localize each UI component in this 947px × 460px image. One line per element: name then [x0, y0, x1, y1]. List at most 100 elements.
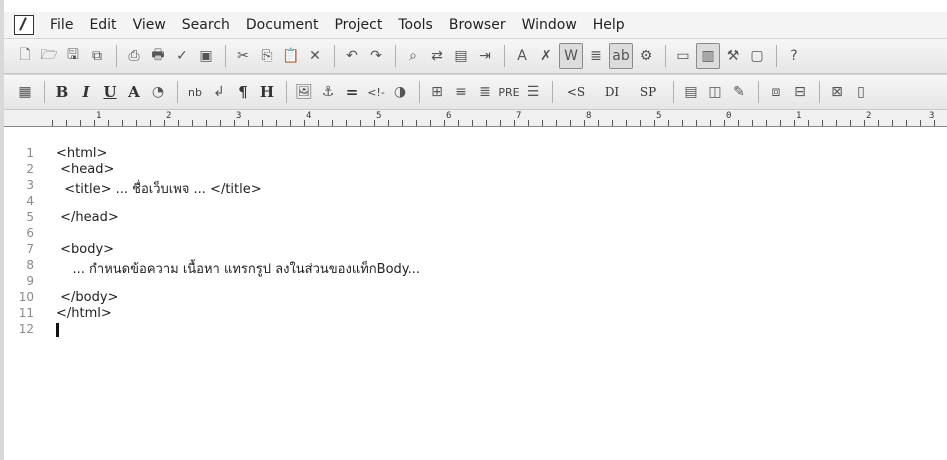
menu-window[interactable]: Window: [514, 17, 585, 33]
ruler-number: 2: [166, 111, 172, 121]
document-panel-icon[interactable]: ▥: [696, 43, 720, 69]
code-line[interactable]: <head>: [56, 162, 114, 177]
nbsp-button[interactable]: nb: [184, 80, 206, 104]
italic-button[interactable]: I: [75, 80, 97, 104]
toolbar-separator: [334, 45, 335, 67]
frameset-icon[interactable]: ⊟: [789, 80, 811, 104]
redo-icon[interactable]: ↷: [365, 44, 387, 68]
form-icon[interactable]: ▤: [680, 80, 702, 104]
goto-line-icon[interactable]: ⇥: [474, 44, 496, 68]
anchor-icon[interactable]: ⚓: [317, 80, 339, 104]
spellcheck-icon[interactable]: ✓: [171, 44, 193, 68]
toolbar-separator: [177, 81, 178, 103]
save-icon[interactable]: 🖫: [62, 44, 84, 68]
code-line[interactable]: </head>: [56, 210, 119, 225]
menu-edit[interactable]: Edit: [81, 17, 124, 33]
clear-format-icon[interactable]: ✗: [535, 44, 557, 68]
align-right-icon[interactable]: ≣: [474, 80, 496, 104]
line-number: 8: [26, 258, 34, 272]
toolbar-separator: [286, 81, 287, 103]
align-center-icon[interactable]: ≡: [450, 80, 472, 104]
find-in-files-icon[interactable]: ▤: [450, 44, 472, 68]
frame-icon[interactable]: ⧈: [765, 80, 787, 104]
print-icon[interactable]: 🖶: [147, 44, 169, 68]
color-picker-icon[interactable]: ◔: [147, 80, 169, 104]
toolbar-separator: [225, 45, 226, 67]
code-line[interactable]: </html>: [56, 306, 112, 321]
quick-start-icon[interactable]: ▦: [14, 80, 36, 104]
tools-icon[interactable]: ⚒: [722, 44, 744, 68]
line-number: 7: [26, 242, 34, 256]
toolbar-separator: [44, 81, 45, 103]
comment-button[interactable]: <!-: [365, 80, 387, 104]
table-icon[interactable]: ⊞: [426, 80, 448, 104]
color-icon[interactable]: ◑: [389, 80, 411, 104]
menu-bar: File Edit View Search Document Project T…: [4, 12, 947, 38]
object-icon[interactable]: ⊠: [826, 80, 848, 104]
settings-icon[interactable]: ⚙: [635, 44, 657, 68]
underline-button[interactable]: U: [99, 80, 121, 104]
spell-as-you-type-icon[interactable]: ab: [609, 43, 633, 69]
open-folder-icon[interactable]: 🗁: [38, 44, 60, 68]
bold-button[interactable]: B: [51, 80, 73, 104]
strike-button[interactable]: <S: [559, 80, 593, 104]
horizontal-rule-button[interactable]: =: [341, 80, 363, 104]
line-numbers-icon[interactable]: ≣: [585, 44, 607, 68]
font-button[interactable]: A: [123, 80, 145, 104]
list-icon[interactable]: ☰: [522, 80, 544, 104]
menu-tools[interactable]: Tools: [390, 17, 441, 33]
menu-view[interactable]: View: [125, 17, 174, 33]
font-size-icon[interactable]: A: [511, 44, 533, 68]
window-list-icon[interactable]: ▭: [672, 44, 694, 68]
menu-project[interactable]: Project: [326, 17, 390, 33]
ruler-number: 6: [446, 111, 452, 121]
script-icon[interactable]: ✎: [728, 80, 750, 104]
menu-help[interactable]: Help: [585, 17, 633, 33]
ruler-number: 4: [306, 111, 312, 121]
html-toolbar: ▦ B I U A ◔ nb ↲ ¶ H 🖼 ⚓ = <!- ◑ ⊞ ≡ ≣ P…: [4, 74, 947, 110]
menu-file[interactable]: File: [42, 17, 81, 33]
code-line[interactable]: <body>: [56, 242, 114, 257]
delete-icon[interactable]: ✕: [304, 44, 326, 68]
heading-button[interactable]: H: [256, 80, 278, 104]
paragraph-button[interactable]: ¶: [232, 80, 254, 104]
menu-browser[interactable]: Browser: [441, 17, 514, 33]
ruler-number: 3: [929, 111, 935, 121]
new-file-icon[interactable]: 🗋: [14, 44, 36, 68]
menu-search[interactable]: Search: [174, 17, 238, 33]
menu-document[interactable]: Document: [238, 17, 327, 33]
word-wrap-icon[interactable]: W: [559, 43, 583, 69]
insert-image-icon[interactable]: 🖼: [293, 80, 315, 104]
toolbar-separator: [395, 45, 396, 67]
output-panel-icon[interactable]: ▢: [746, 44, 768, 68]
code-editor[interactable]: 1 2 3 4 5 6 7 8 9 10 11 12 <html> <head>…: [4, 127, 947, 460]
code-line[interactable]: </body>: [56, 290, 118, 305]
save-all-icon[interactable]: ⧉: [86, 44, 108, 68]
help-icon[interactable]: ?: [783, 44, 805, 68]
copy-icon[interactable]: ⎘: [256, 44, 278, 68]
cut-icon[interactable]: ✂: [232, 44, 254, 68]
pre-button[interactable]: PRE: [498, 80, 520, 104]
ruler: 1 2 3 4 5 6 7 8 5 0 1 2 3: [4, 110, 947, 127]
line-number: 2: [26, 162, 34, 176]
span-button[interactable]: SP: [631, 80, 665, 104]
input-icon[interactable]: ◫: [704, 80, 726, 104]
ruler-number: 5: [656, 111, 662, 121]
undo-icon[interactable]: ↶: [341, 44, 363, 68]
line-number: 11: [18, 306, 34, 320]
print-preview-icon[interactable]: ⎙: [123, 44, 145, 68]
panel-icon[interactable]: ▯: [850, 80, 872, 104]
ruler-number: 5: [376, 111, 382, 121]
code-line[interactable]: <title> ... ชื่อเว็บเพจ ... </title>: [56, 178, 261, 199]
code-line[interactable]: ... กำหนดข้อความ เนื้อหา แทรกรูป ลงในส่ว…: [56, 258, 421, 279]
browser-preview-icon[interactable]: ▣: [195, 44, 217, 68]
break-button[interactable]: ↲: [208, 80, 230, 104]
find-icon[interactable]: ⌕: [402, 44, 424, 68]
paste-icon[interactable]: 📋: [280, 44, 302, 68]
line-number: 10: [18, 290, 34, 304]
code-line[interactable]: <html>: [56, 146, 107, 161]
toolbar-separator: [758, 81, 759, 103]
replace-icon[interactable]: ⇄: [426, 44, 448, 68]
div-button[interactable]: DI: [595, 80, 629, 104]
line-number: 12: [18, 322, 34, 336]
